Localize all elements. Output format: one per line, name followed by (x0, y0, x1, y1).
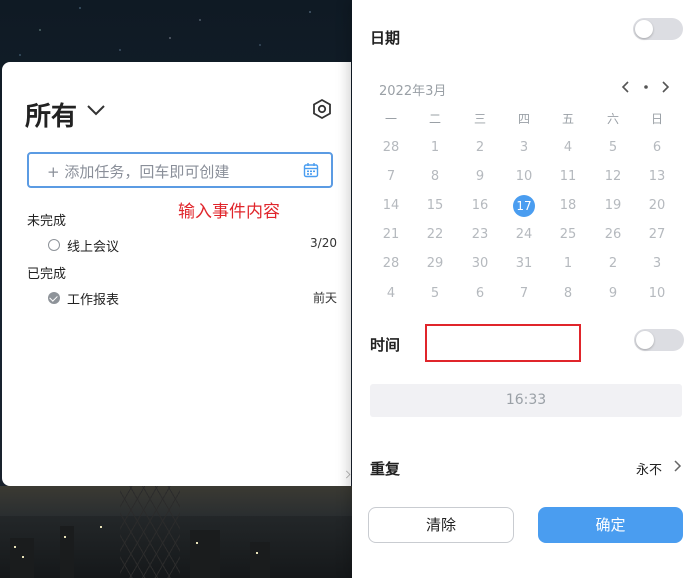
calendar-day[interactable]: 16 (465, 195, 495, 217)
calendar-day[interactable]: 7 (509, 283, 539, 305)
time-label: 时间 (370, 336, 401, 354)
task-checkbox[interactable] (48, 239, 60, 251)
weekday-label: 三 (473, 112, 486, 126)
calendar-day[interactable]: 5 (598, 137, 628, 159)
add-task-placeholder: + 添加任务，回车即可创建 (47, 163, 230, 181)
calendar-day[interactable]: 31 (509, 253, 539, 275)
window-light (256, 552, 258, 554)
building (190, 530, 220, 578)
list-title[interactable]: 所有 (25, 96, 77, 133)
calendar-day[interactable]: 11 (553, 166, 583, 188)
chevron-right-icon[interactable] (672, 459, 682, 473)
calendar-day[interactable]: 5 (420, 283, 450, 305)
weekday-label: 二 (428, 112, 441, 126)
repeat-value[interactable]: 永不 (636, 459, 662, 478)
power-tower (120, 486, 180, 578)
calendar-day[interactable]: 29 (420, 253, 450, 275)
building (250, 542, 270, 578)
task-due-date: 前天 (312, 291, 337, 305)
chevron-down-icon[interactable] (86, 103, 106, 117)
calendar-day[interactable]: 20 (642, 195, 672, 217)
date-label: 日期 (370, 29, 401, 47)
settings-icon[interactable] (311, 98, 333, 120)
calendar-day[interactable]: 28 (376, 137, 406, 159)
task-title: 线上会议 (67, 240, 120, 255)
calendar-day[interactable]: 10 (642, 283, 672, 305)
calendar-day[interactable]: 1 (420, 137, 450, 159)
annotation-text: 输入事件内容 (178, 202, 280, 222)
add-task-input[interactable]: + 添加任务，回车即可创建 (27, 152, 333, 188)
annotation-highlight-box (425, 324, 581, 362)
calendar-day[interactable]: 19 (598, 195, 628, 217)
repeat-label: 重复 (370, 460, 401, 478)
calendar-day[interactable]: 6 (465, 283, 495, 305)
window-light (100, 526, 102, 528)
weekday-label: 一 (384, 112, 397, 126)
calendar-day[interactable]: 7 (376, 166, 406, 188)
task-item[interactable]: 线上会议 3/20 (27, 236, 337, 256)
calendar-day[interactable]: 15 (420, 195, 450, 217)
today-dot-icon[interactable] (638, 78, 654, 96)
wallpaper-cityscape (0, 486, 352, 578)
calendar-day[interactable]: 23 (465, 224, 495, 246)
window-light (22, 556, 24, 558)
calendar-day[interactable]: 30 (465, 253, 495, 275)
time-toggle[interactable] (634, 329, 684, 351)
time-input[interactable]: 16:33 (370, 384, 682, 417)
weekday-label: 六 (606, 112, 619, 126)
calendar-day[interactable]: 24 (509, 224, 539, 246)
window-light (64, 536, 66, 538)
building (10, 538, 34, 578)
calendar-day[interactable]: 22 (420, 224, 450, 246)
calendar-day[interactable]: 14 (376, 195, 406, 217)
calendar-icon[interactable] (303, 162, 319, 178)
calendar-day[interactable]: 4 (553, 137, 583, 159)
calendar-day[interactable]: 3 (509, 137, 539, 159)
calendar-day[interactable]: 1 (553, 253, 583, 275)
calendar-day[interactable]: 9 (465, 166, 495, 188)
task-due-date: 3/20 (310, 236, 337, 250)
weekday-label: 四 (517, 112, 530, 126)
calendar-day[interactable]: 2 (598, 253, 628, 275)
window-light (14, 546, 16, 548)
chevron-left-icon[interactable] (618, 78, 634, 96)
section-label-completed: 已完成 (27, 267, 67, 282)
weekday-label: 五 (561, 112, 574, 126)
clear-button[interactable]: 清除 (368, 507, 514, 543)
chevron-right-icon[interactable] (657, 78, 673, 96)
task-title: 工作报表 (67, 293, 120, 308)
weekday-label: 日 (650, 112, 663, 126)
calendar-day[interactable]: 28 (376, 253, 406, 275)
calendar-day[interactable]: 4 (376, 283, 406, 305)
date-picker-panel: 日期 2022年3月 时间 16:33 重复 永不 清除 确定 一 二 三 四 五 六 日 2… (352, 0, 700, 578)
calendar-day[interactable]: 13 (642, 166, 672, 188)
task-item[interactable]: 工作报表 前天 (27, 289, 337, 309)
calendar-day[interactable]: 18 (553, 195, 583, 217)
confirm-button[interactable]: 确定 (538, 507, 683, 543)
calendar-day[interactable]: 2 (465, 137, 495, 159)
window-light (196, 542, 198, 544)
section-label-incomplete: 未完成 (27, 214, 67, 229)
calendar-day[interactable]: 8 (553, 283, 583, 305)
calendar-day[interactable]: 6 (642, 137, 672, 159)
date-toggle[interactable] (633, 18, 683, 40)
calendar-day[interactable]: 12 (598, 166, 628, 188)
calendar-day-today[interactable]: 17 (513, 195, 535, 217)
calendar-day[interactable]: 8 (420, 166, 450, 188)
calendar-day[interactable]: 10 (509, 166, 539, 188)
calendar-day[interactable]: 27 (642, 224, 672, 246)
calendar-day[interactable]: 21 (376, 224, 406, 246)
building (60, 526, 74, 578)
task-checkbox-checked[interactable] (48, 292, 60, 304)
calendar-day[interactable]: 3 (642, 253, 672, 275)
calendar-day[interactable]: 25 (553, 224, 583, 246)
calendar-day[interactable]: 9 (598, 283, 628, 305)
calendar-day[interactable]: 26 (598, 224, 628, 246)
month-label: 2022年3月 (379, 84, 447, 99)
